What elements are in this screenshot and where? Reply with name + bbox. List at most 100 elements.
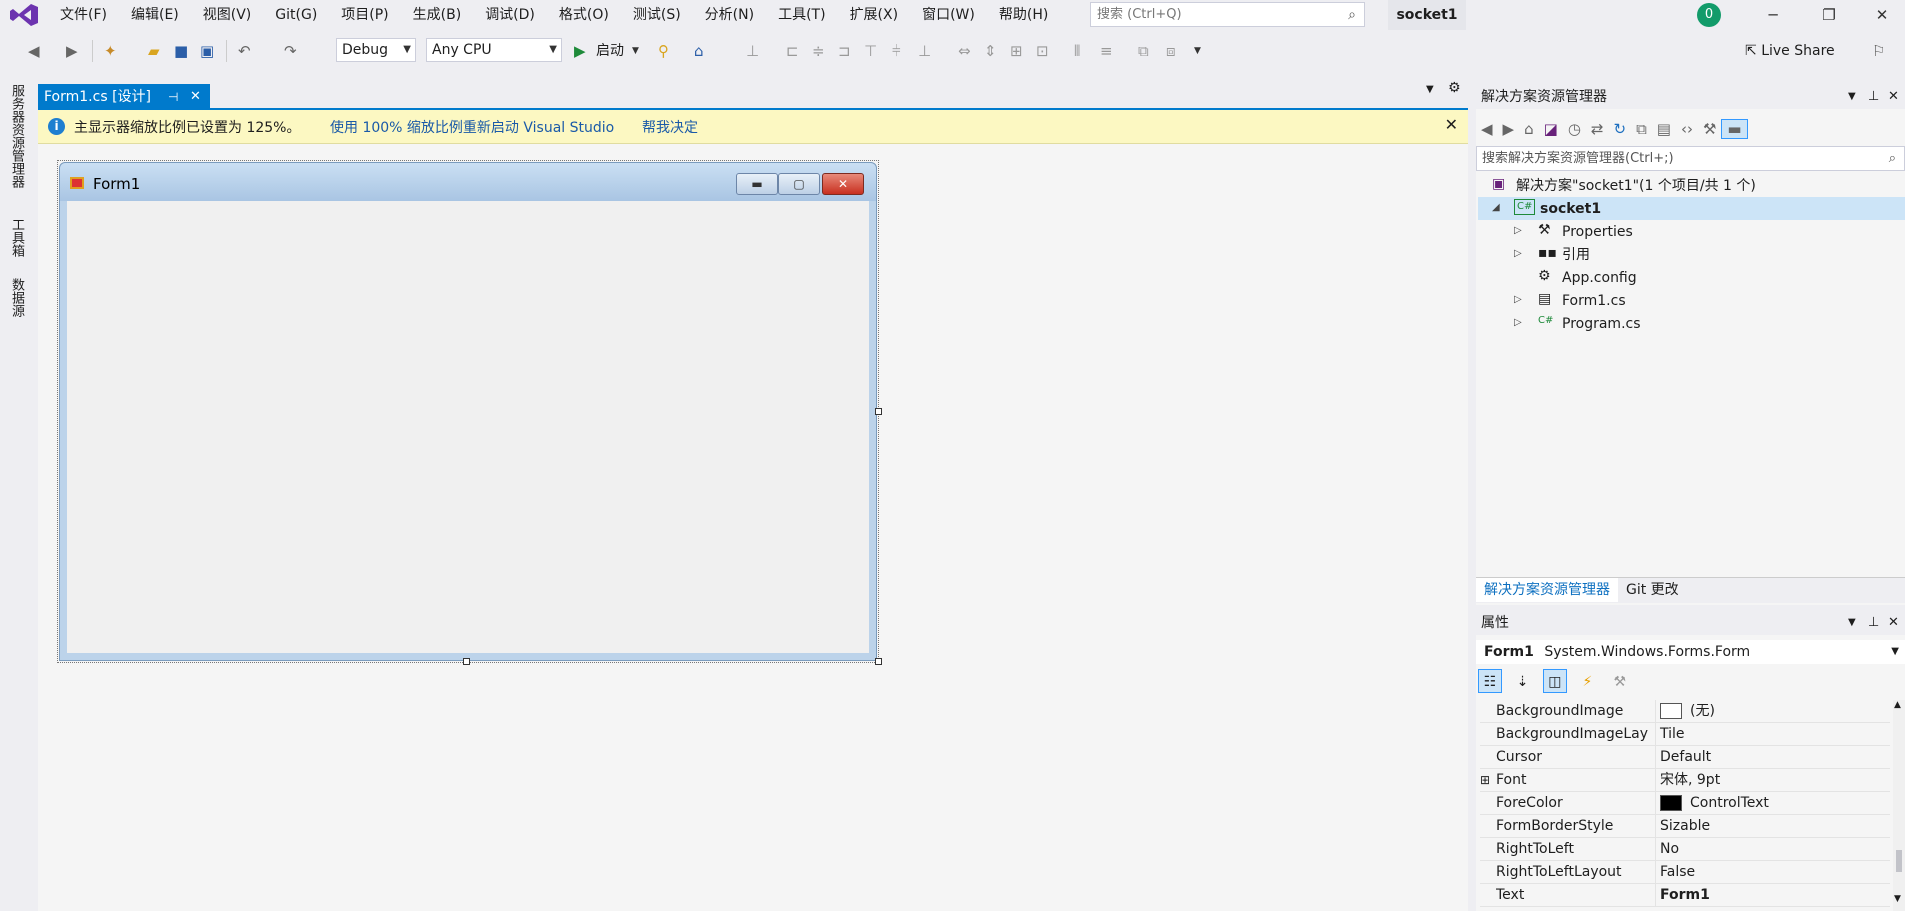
platform-select[interactable]: Any CPU ▼ [426,38,562,62]
refresh-icon[interactable]: ↻ [1608,120,1631,138]
property-row[interactable]: RightToLeftLayout False [1480,861,1890,884]
resize-handle-bottom[interactable] [463,658,470,665]
close-icon[interactable]: ✕ [190,84,201,110]
collapsed-arrow-icon[interactable]: ▷ [1514,225,1522,236]
tab-server-explorer[interactable]: 服务器资源管理器 [8,84,24,188]
form-designer[interactable]: Form1 ▬ ▢ ✕ [59,162,877,661]
close-icon[interactable]: ✕ [1445,115,1458,134]
navigate-forward-icon[interactable]: ▶ [66,41,78,61]
menu-analyze[interactable]: 分析(N) [693,1,766,29]
pin-icon[interactable]: ⊥ [1868,611,1879,635]
chevron-down-icon[interactable]: ▼ [632,41,639,61]
menu-file[interactable]: 文件(F) [48,1,119,29]
menu-git[interactable]: Git(G) [263,1,329,29]
open-file-icon[interactable]: ▰ [148,41,160,61]
expand-plus-icon[interactable]: ⊞ [1480,769,1490,792]
tab-list-dropdown-icon[interactable]: ▼ [1426,84,1434,95]
save-icon[interactable]: ■ [174,41,188,61]
configuration-select[interactable]: Debug ▼ [336,38,416,62]
categorized-icon[interactable]: ☷ [1478,669,1502,693]
property-row[interactable]: FormBorderStyle Sizable [1480,815,1890,838]
live-share-button[interactable]: ⇱ Live Share [1745,41,1835,61]
form-client-area[interactable] [67,201,869,653]
menu-window[interactable]: 窗口(W) [910,1,987,29]
property-row[interactable]: Text Form1 [1480,884,1890,907]
switch-views-icon[interactable]: ◪ [1539,120,1563,138]
resize-handle-right[interactable] [875,408,882,415]
tree-item-project[interactable]: socket1 [1540,199,1601,219]
navigate-back-icon[interactable]: ◀ [28,41,40,61]
events-lightning-icon[interactable]: ⚡ [1575,670,1599,694]
redo-icon[interactable]: ↷ [284,41,297,61]
collapsed-arrow-icon[interactable]: ▷ [1514,248,1522,259]
preview-selected-icon[interactable]: ▬ [1721,119,1748,139]
resize-handle-corner[interactable] [875,658,882,665]
properties-wrench-icon[interactable]: ⚒ [1698,120,1721,138]
chevron-down-icon[interactable]: ▼ [1848,85,1856,109]
sync-icon[interactable]: ⇄ [1586,120,1609,138]
collapsed-arrow-icon[interactable]: ▷ [1514,317,1522,328]
close-button[interactable]: ✕ [1859,0,1905,30]
forward-icon[interactable]: ▶ [1498,120,1520,138]
menu-test[interactable]: 测试(S) [621,1,693,29]
show-all-files-icon[interactable]: ▤ [1652,120,1676,138]
start-button[interactable]: 启动 [596,41,624,61]
view-code-icon[interactable]: ‹› [1676,120,1698,138]
save-all-icon[interactable]: ▣ [200,41,214,61]
solution-search-input[interactable]: 搜索解决方案资源管理器(Ctrl+;) ⌕ [1476,146,1905,171]
property-row[interactable]: ⊞ Font 宋体, 9pt [1480,769,1890,792]
tree-item-program[interactable]: Program.cs [1562,314,1641,334]
property-object-select[interactable]: Form1 System.Windows.Forms.Form ▼ [1476,640,1905,664]
home-icon[interactable]: ⌂ [1519,120,1539,138]
pin-icon[interactable]: ⊣ [168,84,178,110]
tree-item-form1[interactable]: Form1.cs [1562,291,1626,311]
collapsed-arrow-icon[interactable]: ▷ [1514,294,1522,305]
gear-icon[interactable]: ⚙ [1448,80,1461,96]
account-avatar[interactable]: 0 [1697,3,1721,27]
menu-extensions[interactable]: 扩展(X) [838,1,911,29]
snap-to-grid-icon[interactable]: ⊥ [746,41,759,61]
alphabetical-icon[interactable]: ⇣ [1510,670,1534,694]
property-row[interactable]: ForeColor ControlText [1480,792,1890,815]
property-row[interactable]: BackgroundImageLay Tile [1480,723,1890,746]
find-icon[interactable]: ⚲ [658,41,669,61]
tree-item-app-config[interactable]: App.config [1562,268,1637,288]
tab-solution-explorer[interactable]: 解决方案资源管理器 [1476,578,1618,602]
menu-project[interactable]: 项目(P) [329,1,400,29]
tree-item-properties[interactable]: Properties [1562,222,1633,242]
pin-icon[interactable]: ⊥ [1868,85,1879,109]
browser-link-icon[interactable]: ⌂ [694,41,704,61]
expanded-arrow-icon[interactable]: ◢ [1492,202,1500,213]
feedback-icon[interactable]: ⚐ [1872,41,1885,61]
tab-toolbox[interactable]: 工具箱 [8,218,24,257]
chevron-down-icon[interactable]: ▼ [1848,611,1856,635]
property-row[interactable]: RightToLeft No [1480,838,1890,861]
tree-item-references[interactable]: 引用 [1562,245,1590,265]
property-row[interactable]: Cursor Default [1480,746,1890,769]
start-debugging-icon[interactable]: ▶ [574,41,586,61]
properties-view-icon[interactable]: ◫ [1542,669,1567,693]
menu-view[interactable]: 视图(V) [191,1,264,29]
tab-form1-design[interactable]: Form1.cs [设计] ⊣ ✕ [38,84,210,110]
pending-changes-filter-icon[interactable]: ◷ [1563,120,1586,138]
tab-data-sources[interactable]: 数据源 [8,278,24,317]
restore-button[interactable]: ❐ [1806,0,1852,30]
toolbar-overflow-icon[interactable]: ▼ [1194,41,1201,61]
minimize-button[interactable]: ─ [1750,0,1796,30]
new-item-icon[interactable]: ✦ [104,41,117,61]
close-icon[interactable]: ✕ [1888,611,1899,635]
scroll-up-icon[interactable]: ▲ [1894,700,1901,710]
help-decide-link[interactable]: 帮我决定 [642,117,698,137]
property-row[interactable]: BackgroundImage (无) [1480,700,1890,723]
scroll-thumb[interactable] [1896,850,1902,872]
restart-link[interactable]: 使用 100% 缩放比例重新启动 Visual Studio [330,117,614,137]
menu-tools[interactable]: 工具(T) [766,1,837,29]
undo-icon[interactable]: ↶ [238,41,251,61]
menu-format[interactable]: 格式(O) [547,1,621,29]
tree-item-solution[interactable]: 解决方案"socket1"(1 个项目/共 1 个) [1516,176,1756,196]
menu-edit[interactable]: 编辑(E) [119,1,191,29]
search-input[interactable]: 搜索 (Ctrl+Q) ⌕ [1090,2,1365,27]
tab-git-changes[interactable]: Git 更改 [1618,578,1687,602]
close-icon[interactable]: ✕ [1888,85,1899,109]
menu-build[interactable]: 生成(B) [401,1,474,29]
